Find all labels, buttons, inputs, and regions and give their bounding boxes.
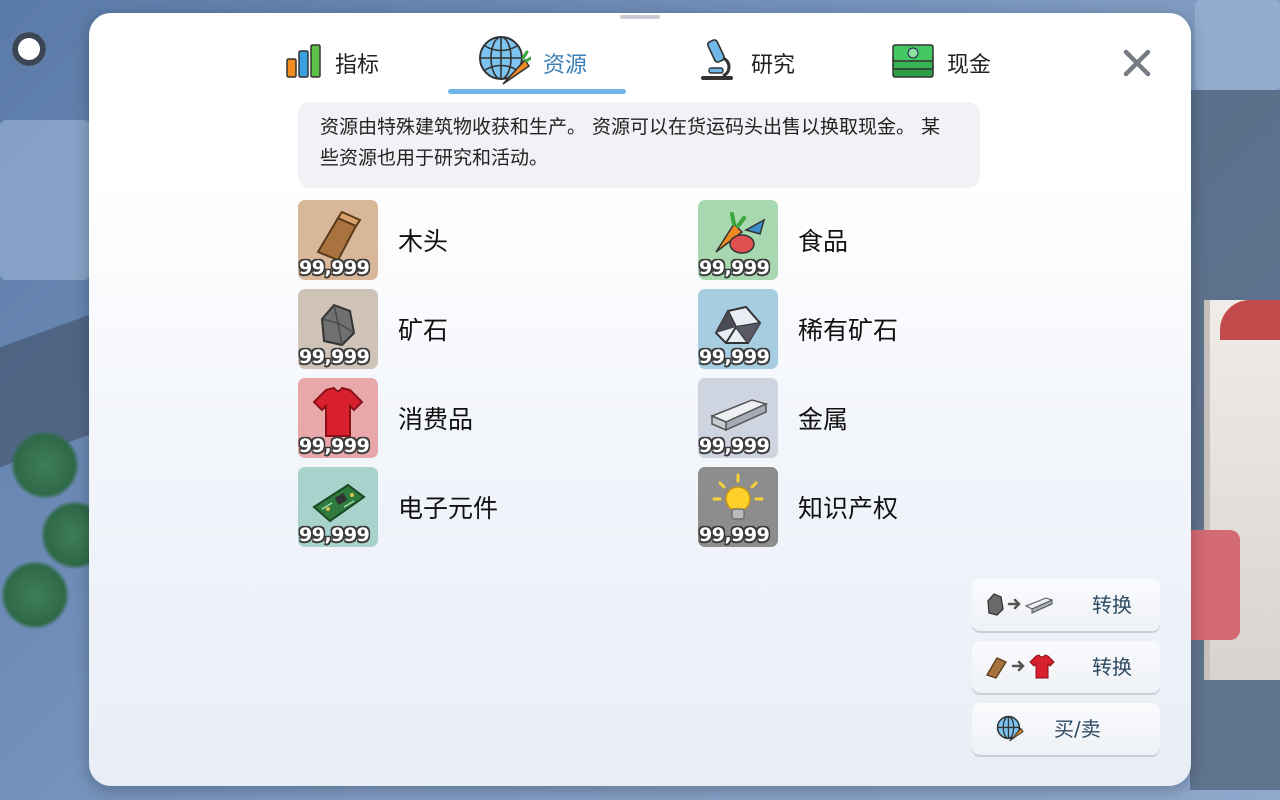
conversion-icons [984,653,1056,679]
resource-name: 金属 [798,405,849,434]
globe-carrot-icon [996,715,1024,742]
tab-research[interactable]: 研究 [693,35,795,91]
resource-food[interactable]: 99,999 食品 [698,200,848,280]
tshirt-icon [1029,654,1055,679]
arrow-right-icon [1011,660,1025,672]
tab-bar: 指标 资源 研究 现金 [89,13,1191,103]
globe-carrot-icon [477,34,533,92]
convert-label: 转换 [1092,593,1132,617]
resource-count: 99,999 [699,257,770,279]
resource-count: 99,999 [299,346,370,368]
resources-dialog: 指标 资源 研究 现金 资源由特殊建筑物收获和生产。 资源可以在货运码头出售以换… [89,13,1191,786]
resource-tile: 99,999 [698,378,778,458]
close-button[interactable] [1119,45,1155,81]
tab-research-label: 研究 [751,53,796,78]
cash-icon [891,41,935,85]
resource-electronics[interactable]: 99,999 电子元件 [298,467,498,547]
resource-tile: 99,999 [298,200,378,280]
bar-chart-icon [285,43,323,83]
resource-tile: 99,999 [298,467,378,547]
resource-tile: 99,999 [698,200,778,280]
pause-dot-icon [23,43,35,55]
tab-cash-label: 现金 [947,53,992,78]
convert-label: 转换 [1092,655,1132,679]
resource-name: 木头 [398,227,449,256]
active-tab-indicator [448,89,626,94]
buy-sell-button[interactable]: 买/卖 [972,703,1160,755]
close-icon [1123,49,1151,77]
resource-count: 99,999 [299,257,370,279]
buy-sell-label: 买/卖 [1054,717,1101,741]
arrow-right-icon [1007,598,1021,610]
tab-cash[interactable]: 现金 [891,35,991,91]
lightbulb-icon [712,473,764,520]
ore-icon [320,303,356,347]
pause-button[interactable] [12,32,46,66]
wood-icon [986,657,1007,679]
tab-metrics[interactable]: 指标 [285,35,379,91]
resource-count: 99,999 [699,346,770,368]
conversion-icons [984,591,1054,617]
tshirt-icon [312,386,364,437]
food-icon [715,212,766,254]
resource-ore[interactable]: 99,999 矿石 [298,289,448,369]
resource-count: 99,999 [299,524,370,546]
resource-tile: 99,999 [698,467,778,547]
ore-icon [987,593,1004,616]
convert-wood-to-goods-button[interactable]: 转换 [972,641,1160,693]
metal-beam-icon [710,399,768,432]
resource-count: 99,999 [699,524,770,546]
resource-wood[interactable]: 99,999 木头 [298,200,448,280]
resource-consumer-goods[interactable]: 99,999 消费品 [298,378,473,458]
resource-count: 99,999 [299,435,370,457]
description-box: 资源由特殊建筑物收获和生产。 资源可以在货运码头出售以换取现金。 某些资源也用于… [298,102,980,188]
resource-name: 食品 [798,227,849,256]
resource-metal[interactable]: 99,999 金属 [698,378,848,458]
resource-name: 电子元件 [398,494,499,523]
resource-name: 矿石 [398,316,449,345]
tab-metrics-label: 指标 [335,53,380,78]
resource-rare-ore[interactable]: 99,999 稀有矿石 [698,289,898,369]
resource-tile: 99,999 [698,289,778,369]
wood-icon [316,210,362,262]
circuit-board-icon [312,483,366,523]
button-icon-wrap [996,715,1024,743]
resource-count: 99,999 [699,435,770,457]
resource-name: 知识产权 [798,494,899,523]
resource-tile: 99,999 [298,289,378,369]
resource-tile: 99,999 [298,378,378,458]
convert-ore-to-metal-button[interactable]: 转换 [972,579,1160,631]
resource-name: 稀有矿石 [798,316,899,345]
tab-resources-label: 资源 [543,53,588,78]
resource-intellectual-property[interactable]: 99,999 知识产权 [698,467,898,547]
rare-ore-icon [714,305,762,344]
microscope-icon [693,38,739,88]
resource-name: 消费品 [398,405,474,434]
description-text: 资源由特殊建筑物收获和生产。 资源可以在货运码头出售以换取现金。 某些资源也用于… [320,116,941,169]
tab-resources[interactable]: 资源 [477,35,587,91]
metal-beam-icon [1024,597,1054,614]
